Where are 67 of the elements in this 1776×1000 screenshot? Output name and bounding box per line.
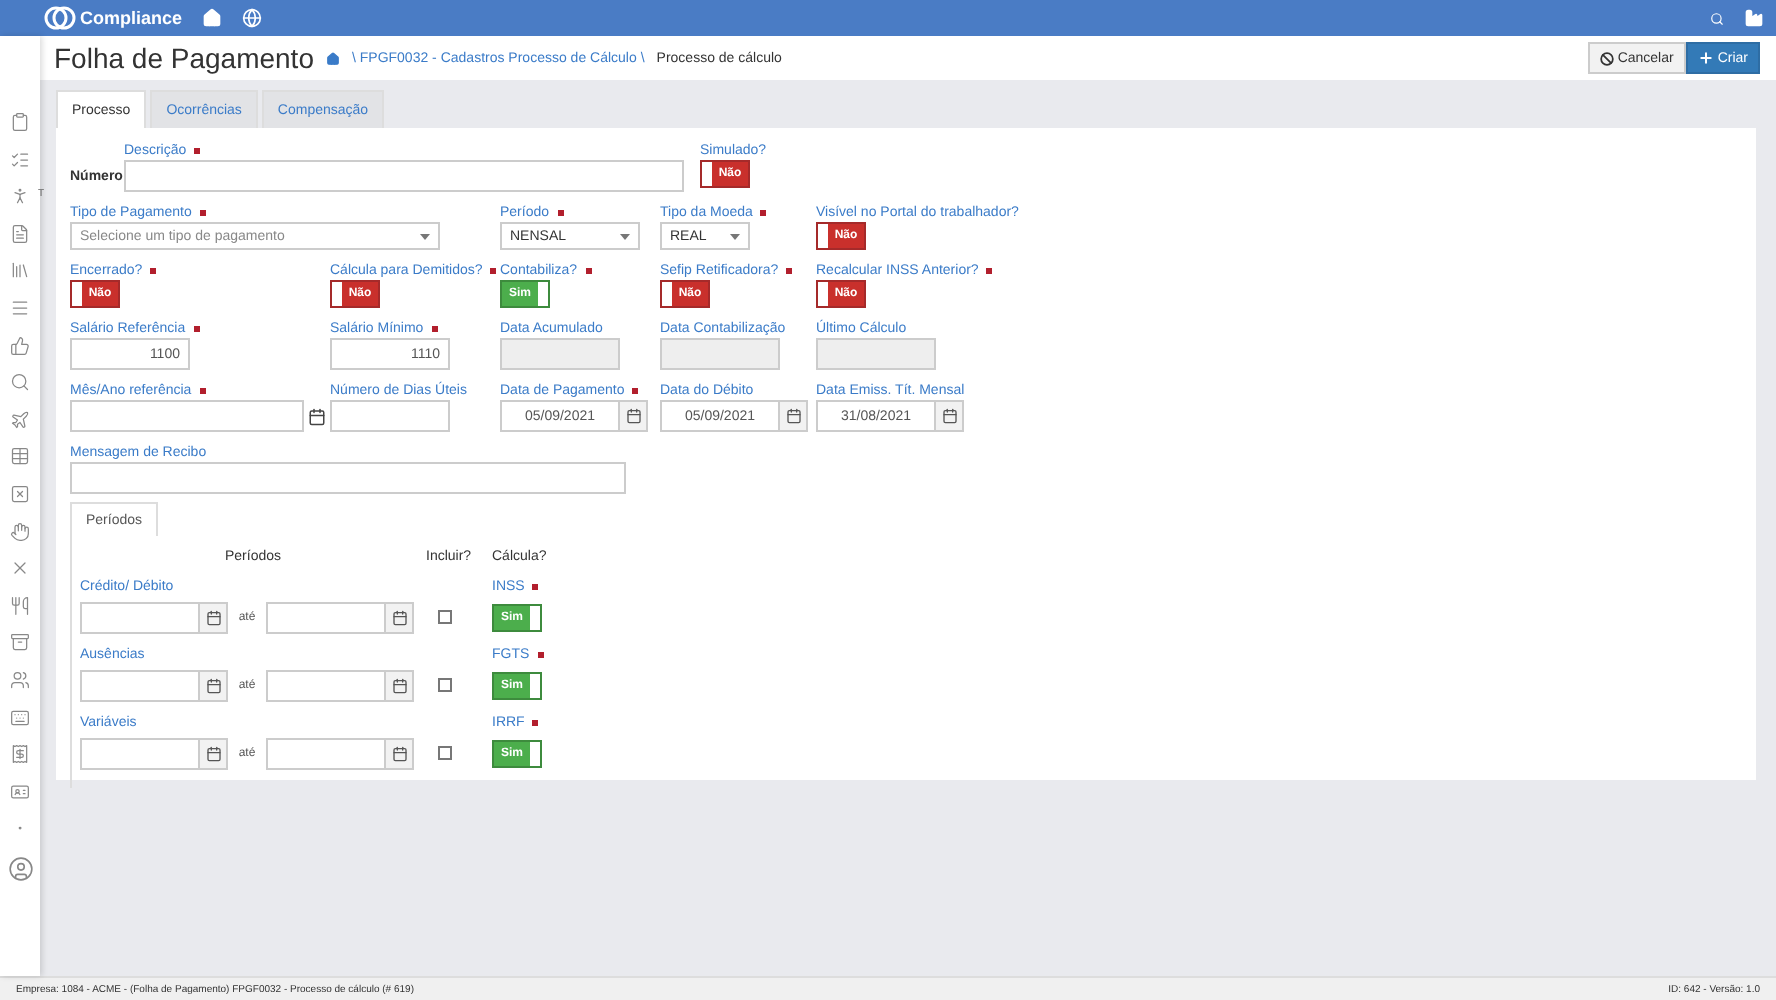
date-field[interactable] bbox=[266, 601, 386, 633]
calendar-icon bbox=[205, 609, 221, 625]
caret-icon bbox=[420, 233, 430, 239]
calendar-button[interactable] bbox=[386, 669, 414, 701]
clipboard-icon[interactable] bbox=[10, 112, 30, 132]
user-avatar-icon[interactable] bbox=[7, 855, 33, 882]
home-icon[interactable] bbox=[325, 51, 340, 65]
person-icon[interactable] bbox=[10, 186, 30, 207]
calendar-button[interactable] bbox=[200, 601, 228, 633]
input-field[interactable] bbox=[124, 160, 684, 192]
calendar-button[interactable] bbox=[936, 400, 964, 432]
calendar-icon bbox=[391, 745, 407, 761]
logo-text: Compliance bbox=[80, 8, 183, 28]
input-field bbox=[816, 338, 936, 370]
calendar-icon bbox=[205, 745, 221, 761]
thumbs-up-icon[interactable] bbox=[10, 335, 30, 356]
date-field[interactable] bbox=[266, 737, 386, 769]
date-field[interactable] bbox=[80, 601, 200, 633]
x-icon[interactable] bbox=[10, 558, 30, 579]
x-box-icon[interactable] bbox=[10, 483, 30, 504]
keyboard-icon[interactable] bbox=[10, 707, 30, 727]
table-icon[interactable] bbox=[10, 446, 30, 467]
input-field[interactable] bbox=[70, 462, 626, 494]
calendar-icon bbox=[785, 408, 801, 424]
hand-icon[interactable] bbox=[10, 521, 30, 542]
plane-icon[interactable] bbox=[10, 409, 30, 430]
date-field[interactable] bbox=[80, 737, 200, 769]
document-icon[interactable] bbox=[10, 223, 30, 244]
factory-icon[interactable] bbox=[1744, 8, 1764, 28]
logo-icon bbox=[44, 6, 76, 30]
caret-icon bbox=[730, 233, 740, 239]
checkbox[interactable] bbox=[438, 746, 452, 760]
plus-icon bbox=[1697, 50, 1714, 66]
search-icon[interactable] bbox=[1710, 11, 1724, 25]
checkbox[interactable] bbox=[438, 678, 452, 692]
calendar-button[interactable] bbox=[200, 669, 228, 701]
checklist-icon[interactable] bbox=[10, 149, 30, 170]
archive-icon[interactable] bbox=[10, 632, 30, 653]
menu-icon[interactable] bbox=[10, 297, 30, 318]
calendar-button[interactable] bbox=[386, 737, 414, 769]
caret-icon bbox=[620, 233, 630, 239]
users-icon[interactable] bbox=[10, 669, 30, 690]
input-field bbox=[500, 338, 620, 370]
checkbox[interactable] bbox=[438, 610, 452, 624]
calendar-icon bbox=[205, 677, 221, 693]
calendar-button[interactable] bbox=[620, 400, 648, 432]
globe-icon[interactable] bbox=[242, 8, 263, 28]
search-icon[interactable] bbox=[10, 372, 30, 393]
input-field[interactable] bbox=[330, 400, 450, 432]
calendar-icon bbox=[941, 408, 957, 424]
calendar-button[interactable] bbox=[780, 400, 808, 432]
date-field[interactable] bbox=[80, 669, 200, 701]
calendar-icon bbox=[391, 677, 407, 693]
date-field[interactable] bbox=[266, 669, 386, 701]
calendar-icon[interactable] bbox=[308, 407, 326, 425]
page-title: Folha de Pagamento bbox=[54, 42, 314, 74]
input-field bbox=[660, 338, 780, 370]
receipt-icon[interactable] bbox=[10, 744, 30, 765]
library-icon[interactable] bbox=[10, 260, 30, 281]
utensils-icon[interactable] bbox=[10, 595, 30, 616]
id-card-icon[interactable] bbox=[10, 781, 30, 802]
calendar-icon bbox=[391, 609, 407, 625]
calendar-icon bbox=[625, 408, 641, 424]
calendar-button[interactable] bbox=[200, 737, 228, 769]
calendar-button[interactable] bbox=[386, 601, 414, 633]
cancel-icon bbox=[1599, 51, 1614, 65]
date-field[interactable] bbox=[70, 400, 304, 432]
